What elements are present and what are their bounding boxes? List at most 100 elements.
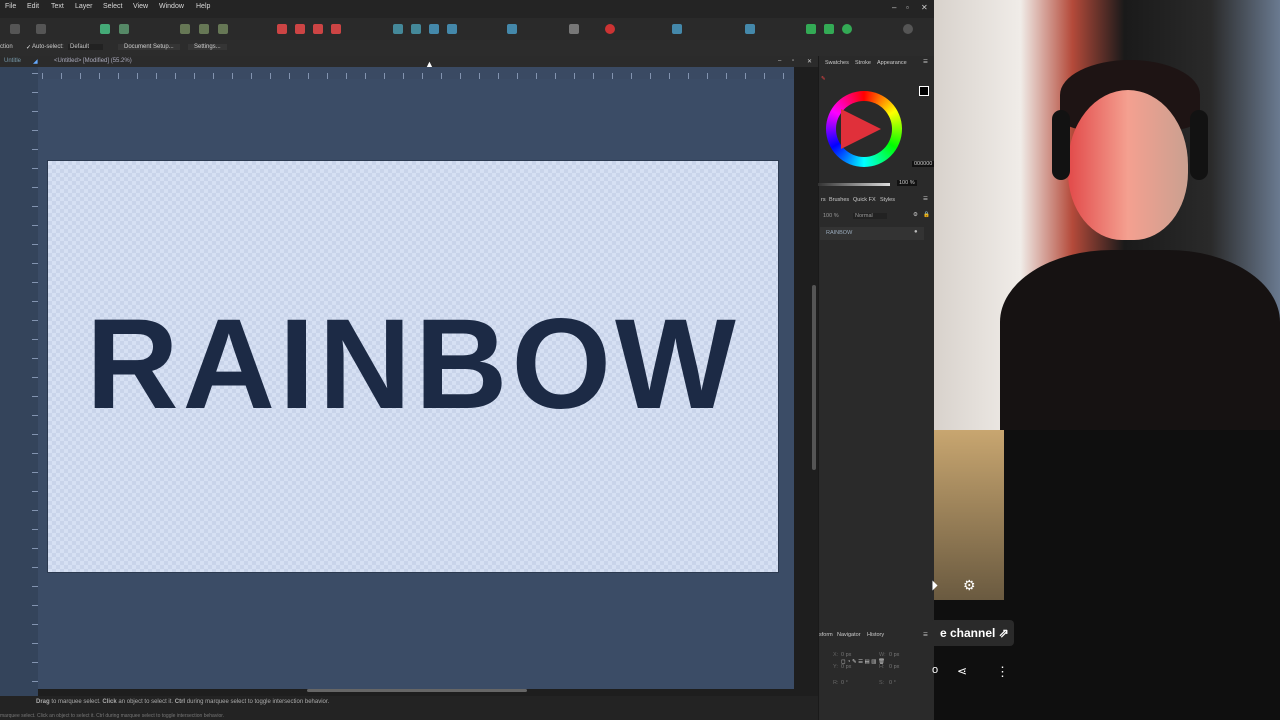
layer-opacity-field[interactable]: 100 % <box>823 213 839 219</box>
flip-vertical-icon[interactable] <box>411 24 421 34</box>
view-mode-icon[interactable] <box>842 24 852 34</box>
color-triangle[interactable] <box>841 109 881 149</box>
account-icon[interactable] <box>903 24 913 34</box>
auto-select-dropdown[interactable]: Default <box>68 44 104 50</box>
tab-untitled-short[interactable]: Untitle <box>4 58 21 64</box>
settings-gear-icon[interactable] <box>100 24 110 34</box>
external-link-icon: ⇗ <box>998 626 1009 640</box>
status-text-1: to marquee select. <box>51 699 101 705</box>
tab-brushes[interactable]: Brushes <box>829 197 849 203</box>
rotate-right-icon[interactable] <box>447 24 457 34</box>
move-front-icon[interactable] <box>331 24 341 34</box>
opacity-slider[interactable] <box>818 183 890 186</box>
eyedropper-icon[interactable]: ✎ <box>821 76 826 82</box>
minimize-icon[interactable]: – <box>892 3 896 12</box>
status-click: Click <box>102 699 117 705</box>
tab-swatches[interactable]: Swatches <box>825 60 849 66</box>
blend-mode-dropdown[interactable]: Normal <box>853 213 887 219</box>
menu-edit[interactable]: Edit <box>27 3 39 10</box>
status-drag: Drag <box>36 699 50 705</box>
gear-icon[interactable]: ⚙ <box>963 577 976 594</box>
status-bar: Drag to marquee select. Click an object … <box>0 696 934 720</box>
menu-select[interactable]: Select <box>103 3 122 10</box>
boolean-icon[interactable] <box>569 24 579 34</box>
horizontal-scrollbar[interactable] <box>307 689 527 692</box>
rotate-left-icon[interactable] <box>429 24 439 34</box>
pixel-icon[interactable] <box>806 24 816 34</box>
autoplay-icon[interactable]: ⏵ <box>931 577 938 594</box>
lamp-shade <box>934 430 1004 600</box>
transform-r-field[interactable]: 0 ° <box>841 680 848 686</box>
settings-button[interactable]: Settings... <box>188 44 227 50</box>
tab-maximize-icon[interactable]: ▫ <box>792 58 794 64</box>
layer-settings-icon[interactable]: ⚙ <box>913 212 918 218</box>
align-center-icon[interactable] <box>199 24 209 34</box>
menu-text[interactable]: Text <box>51 3 64 10</box>
align-icon[interactable] <box>180 24 190 34</box>
webcam-person-face <box>1068 90 1188 240</box>
menu-file[interactable]: File <box>5 3 16 10</box>
snap-icon[interactable] <box>119 24 129 34</box>
move-back-icon[interactable] <box>277 24 287 34</box>
tab-minimize-icon[interactable]: – <box>778 58 781 64</box>
layer-name[interactable]: RAINBOW <box>826 230 852 236</box>
export-persona-icon[interactable] <box>36 24 46 34</box>
tab-navigator[interactable]: Navigator <box>837 632 861 638</box>
status-echo: marquee select. Click an object to selec… <box>0 713 225 719</box>
checkbox-icon[interactable]: ✓ <box>26 44 31 51</box>
document-tabs: Untitle ◢ <Untitled> [Modified] (55.2%) … <box>0 56 818 67</box>
tool-label: ction <box>0 44 13 50</box>
tab-transform[interactable]: sform <box>819 632 833 638</box>
transform-h-field[interactable]: 0 px <box>889 664 899 670</box>
layer-row[interactable]: RAINBOW ● <box>820 227 924 240</box>
status-text-2: an object to select it. <box>118 699 174 705</box>
tab-quick-fx[interactable]: Quick FX <box>853 197 876 203</box>
ruler-tick <box>32 73 38 74</box>
record-icon[interactable] <box>605 24 615 34</box>
menu-layer[interactable]: Layer <box>75 3 93 10</box>
transform-icon[interactable] <box>745 24 755 34</box>
channel-button[interactable]: e channel ⇗ <box>930 620 1014 646</box>
lock-icon[interactable]: 🔒 <box>923 212 930 218</box>
close-icon[interactable]: ✕ <box>921 3 928 12</box>
mouse-cursor-icon: ▲ <box>425 59 434 69</box>
menu-bar: File Edit Text Layer Select View Window … <box>0 0 934 18</box>
maximize-icon[interactable]: ▫ <box>906 3 909 12</box>
vertical-scrollbar[interactable] <box>812 285 816 470</box>
tab-stroke[interactable]: Stroke <box>855 60 871 66</box>
opacity-field[interactable]: 100 % <box>897 180 917 186</box>
layers-menu-icon[interactable]: ☰ <box>923 196 928 202</box>
align-right-icon[interactable] <box>218 24 228 34</box>
artboard-text[interactable]: RAINBOW <box>48 290 778 440</box>
share-icon[interactable]: ⋖ <box>957 664 967 678</box>
more-icon[interactable]: o <box>932 664 938 676</box>
tab-styles[interactable]: Styles <box>880 197 895 203</box>
transform-y-field[interactable]: 0 px <box>841 664 851 670</box>
kebab-menu-icon[interactable]: ⋮ <box>996 664 1009 680</box>
pixel-grid-icon[interactable] <box>824 24 834 34</box>
tab-history[interactable]: History <box>867 632 884 638</box>
horizontal-ruler <box>38 67 794 79</box>
layer-visibility-icon[interactable]: ● <box>914 229 918 235</box>
transform-menu-icon[interactable]: ☰ <box>923 632 928 638</box>
hex-field[interactable]: 000000 <box>912 161 935 167</box>
tab-document-title[interactable]: <Untitled> [Modified] (55.2%) <box>54 58 132 64</box>
move-backward-icon[interactable] <box>295 24 305 34</box>
menu-view[interactable]: View <box>133 3 148 10</box>
panel-menu-icon[interactable]: ☰ <box>923 59 928 65</box>
fill-swatch-icon[interactable] <box>919 86 929 96</box>
document-setup-button[interactable]: Document Setup... <box>118 44 180 50</box>
distribute-icon[interactable] <box>507 24 517 34</box>
tab-close-icon[interactable]: ✕ <box>807 58 812 65</box>
menu-window[interactable]: Window <box>159 3 184 10</box>
transform-s-field[interactable]: 0 ° <box>889 680 896 686</box>
insert-icon[interactable] <box>672 24 682 34</box>
menu-help[interactable]: Help <box>196 3 210 10</box>
transform-x-field[interactable]: 0 px <box>841 652 851 658</box>
move-forward-icon[interactable] <box>313 24 323 34</box>
tab-appearance[interactable]: Appearance <box>877 60 907 66</box>
persona-icon[interactable] <box>10 24 20 34</box>
transform-w-field[interactable]: 0 px <box>889 652 899 658</box>
flip-horizontal-icon[interactable] <box>393 24 403 34</box>
tab-layers[interactable]: rs <box>821 197 826 203</box>
